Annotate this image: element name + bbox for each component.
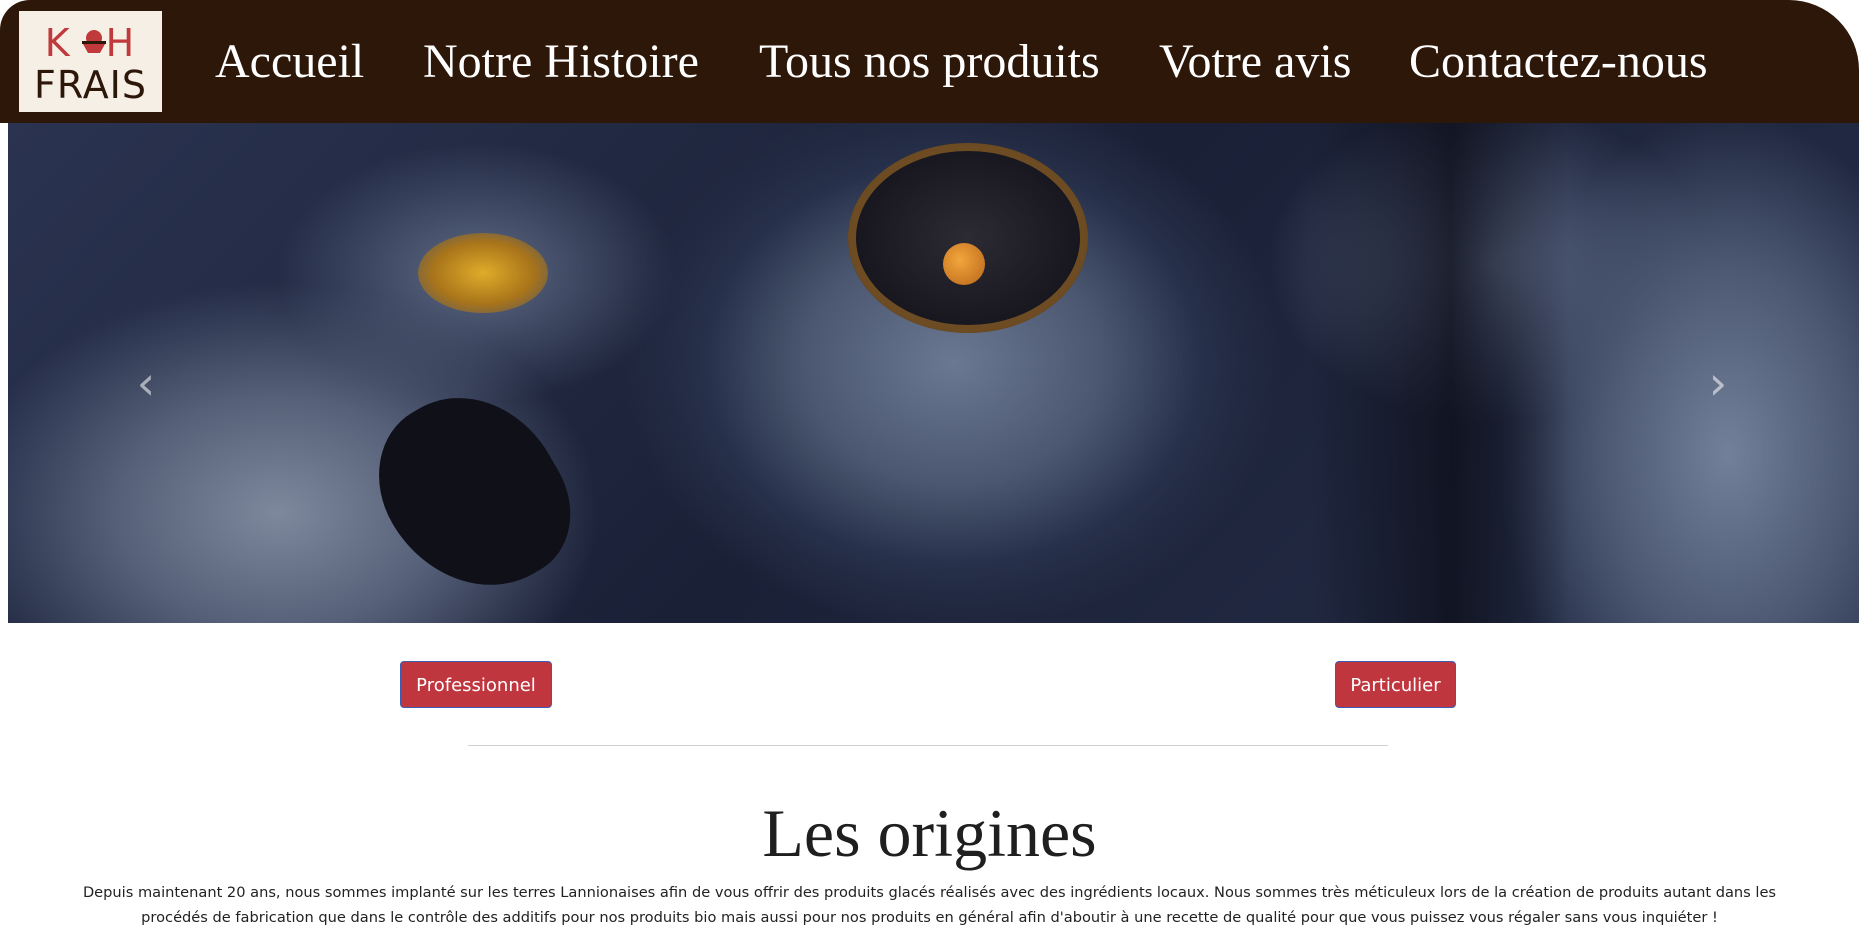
professional-button[interactable]: Professionnel (400, 661, 552, 708)
berry-shadow (1308, 123, 1568, 623)
origins-title: Les origines (762, 795, 1097, 871)
hero-carousel: ‹ › (8, 123, 1859, 623)
nav-votre-avis[interactable]: Votre avis (1159, 34, 1351, 90)
nav-accueil[interactable]: Accueil (215, 34, 364, 90)
main-nav: Accueil Notre Histoire Tous nos produits… (0, 0, 1859, 123)
water-drop (943, 243, 985, 285)
navbar: KH FRAIS Accueil Notre Histoire Tous nos… (0, 0, 1859, 123)
chevron-left-icon[interactable]: ‹ (126, 353, 166, 413)
berry-shadow (349, 363, 597, 623)
chevron-right-icon[interactable]: › (1698, 353, 1738, 413)
nav-contactez-nous[interactable]: Contactez-nous (1409, 34, 1708, 90)
nav-tous-nos-produits[interactable]: Tous nos produits (759, 34, 1100, 90)
section-divider (468, 745, 1388, 746)
nav-notre-histoire[interactable]: Notre Histoire (423, 34, 699, 90)
blueberry-crown (848, 143, 1088, 333)
berry-highlight (418, 233, 548, 313)
origins-text: Depuis maintenant 20 ans, nous sommes im… (82, 884, 1777, 926)
individual-button[interactable]: Particulier (1335, 661, 1456, 708)
